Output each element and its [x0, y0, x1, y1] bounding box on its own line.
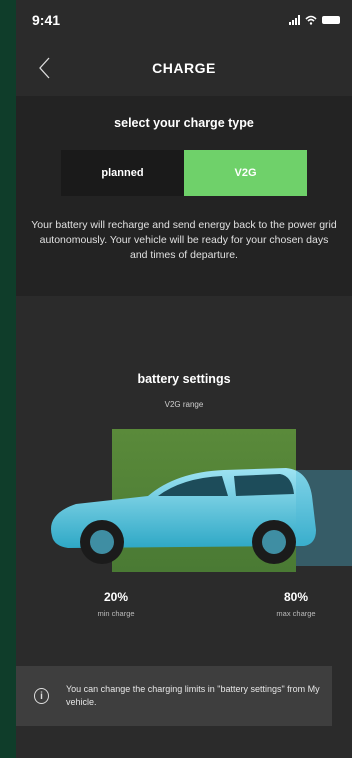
- status-icons: [289, 15, 340, 25]
- chevron-left-icon[interactable]: [38, 56, 50, 80]
- charge-type-heading: select your charge type: [114, 116, 254, 130]
- battery-icon: [322, 16, 340, 24]
- info-box: i You can change the charging limits in …: [16, 666, 332, 726]
- max-charge-value[interactable]: 80%: [256, 590, 336, 604]
- charge-type-section: select your charge type planned V2G Your…: [16, 96, 352, 296]
- status-time: 9:41: [32, 12, 61, 28]
- min-charge-label: min charge: [97, 609, 135, 618]
- info-icon: i: [34, 688, 49, 704]
- min-charge-value[interactable]: 20%: [76, 590, 156, 604]
- car-image: [51, 468, 352, 566]
- option-planned[interactable]: planned: [61, 150, 184, 196]
- info-text: You can change the charging limits in "b…: [65, 684, 320, 707]
- page-title: CHARGE: [152, 60, 216, 76]
- status-bar: 9:41: [16, 0, 352, 40]
- battery-settings-heading: battery settings: [137, 372, 231, 386]
- max-charge-label: max charge: [276, 609, 316, 618]
- v2g-range-label: V2G range: [164, 400, 204, 409]
- wifi-icon: [305, 15, 317, 25]
- option-v2g[interactable]: V2G: [184, 150, 307, 196]
- nav-bar: CHARGE: [16, 40, 352, 96]
- charge-type-toggle: planned V2G: [61, 150, 307, 196]
- battery-range-chart: [16, 417, 352, 572]
- phone-screen: 9:41 CHARGE select your charge type plan…: [16, 0, 352, 758]
- signal-icon: [289, 15, 300, 25]
- charge-type-description: Your battery will recharge and send ener…: [31, 219, 337, 261]
